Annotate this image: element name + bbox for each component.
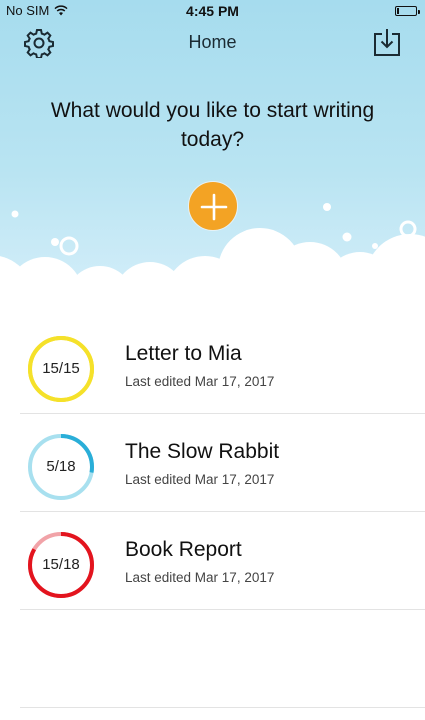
document-list: 15/15 Letter to Mia Last edited Mar 17, 20… xyxy=(20,316,425,610)
progress-label: 15/15 xyxy=(42,360,80,377)
battery-icon xyxy=(395,6,420,16)
writing-prompt: What would you like to start writing tod… xyxy=(50,99,375,151)
progress-label: 15/18 xyxy=(42,556,80,573)
divider xyxy=(20,707,425,708)
import-button[interactable] xyxy=(373,27,401,57)
document-row[interactable]: 5/18 The Slow Rabbit Last edited Mar 17, 2… xyxy=(20,414,425,512)
last-edited-date: Last edited Mar 17, 2017 xyxy=(125,472,275,487)
hero-header: Home What would you like to start writin… xyxy=(0,0,425,310)
document-row[interactable]: 15/15 Letter to Mia Last edited Mar 17, 20… xyxy=(20,316,425,414)
document-row[interactable]: 15/18 Book Report Last edited Mar 17, 2017 xyxy=(20,512,425,610)
progress-label: 5/18 xyxy=(46,458,76,475)
clock: 4:45 PM xyxy=(186,3,239,19)
last-edited-date: Last edited Mar 17, 2017 xyxy=(125,374,275,389)
navigation-bar: Home xyxy=(0,22,425,62)
document-title: Letter to Mia xyxy=(125,342,242,365)
status-bar: No SIM 4:45 PM xyxy=(0,0,425,22)
plus-icon xyxy=(200,193,228,221)
download-icon xyxy=(374,29,400,56)
page-title: Home xyxy=(188,32,237,52)
document-title: The Slow Rabbit xyxy=(125,440,280,463)
add-document-button[interactable] xyxy=(188,181,238,231)
document-title: Book Report xyxy=(125,538,242,561)
last-edited-date: Last edited Mar 17, 2017 xyxy=(125,570,275,585)
